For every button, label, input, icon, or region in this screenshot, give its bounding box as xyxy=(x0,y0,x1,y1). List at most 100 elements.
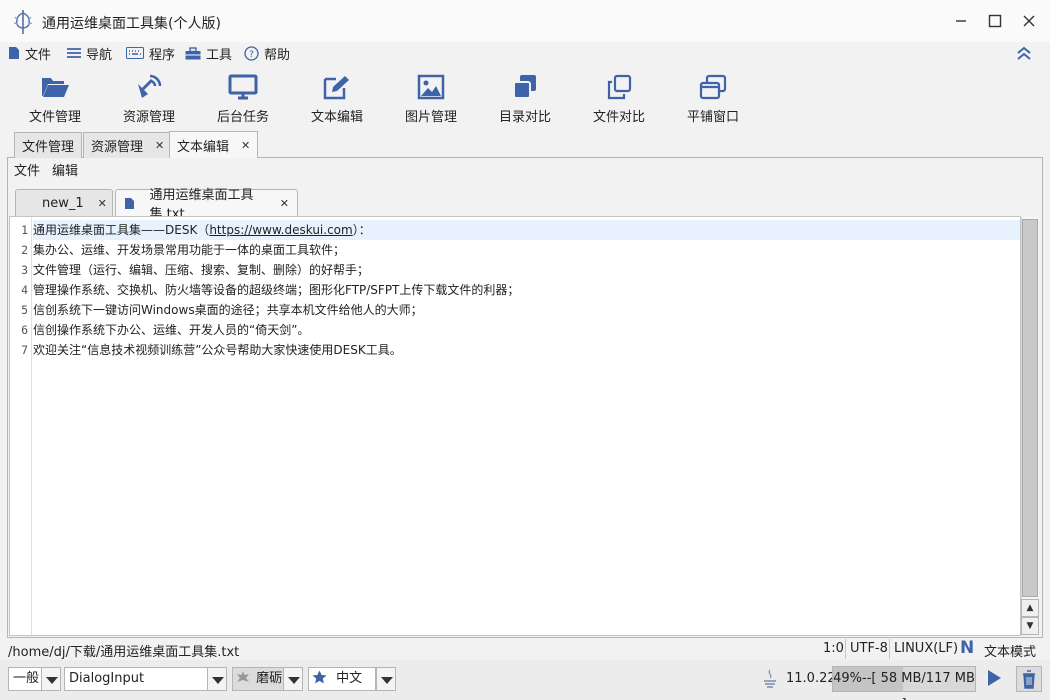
toolbar-dir-compare-label: 目录对比 xyxy=(498,110,551,125)
scrollbar-thumb[interactable] xyxy=(1022,219,1038,597)
play-icon xyxy=(988,670,1001,686)
chevron-down-icon[interactable] xyxy=(207,667,227,691)
tab-file-manager[interactable]: 文件管理 xyxy=(14,132,83,158)
font-select-value: DialogInput xyxy=(69,671,145,686)
file-tab-desk-txt[interactable]: 通用运维桌面工具集.txt ✕ xyxy=(115,188,298,222)
close-icon xyxy=(1023,15,1035,27)
double-chevron-up-icon xyxy=(1017,46,1031,60)
menu-navigate[interactable]: 导航 xyxy=(67,42,112,64)
text-mode-indicator[interactable]: 文本模式 xyxy=(984,641,1036,660)
url-link[interactable]: https://www.deskui.com xyxy=(209,223,352,237)
editor-menu-edit[interactable]: 编辑 xyxy=(46,161,84,183)
toolbar-tile-windows-label: 平铺窗口 xyxy=(686,110,739,125)
chevron-down-icon[interactable] xyxy=(376,667,396,691)
line-ending-indicator[interactable]: LINUX(LF) xyxy=(894,641,958,656)
toolbar-file-manager[interactable]: 文件管理 xyxy=(8,74,102,130)
toolbar-file-manager-label: 文件管理 xyxy=(28,110,81,125)
code-text: 管理操作系统、交换机、防火墙等设备的超级终端；图形化FTP/SFPT上传下载文件… xyxy=(33,283,520,297)
toolbar-file-compare[interactable]: 文件对比 xyxy=(572,74,666,130)
category-select[interactable]: 一般 xyxy=(8,667,42,691)
tab-close-icon[interactable]: ✕ xyxy=(155,139,164,152)
satellite-icon xyxy=(138,74,162,98)
minimize-icon xyxy=(956,20,966,22)
menu-program[interactable]: 程序 xyxy=(126,42,175,64)
code-text: 文件管理（运行、编辑、压缩、搜索、复制、删除）的好帮手； xyxy=(33,263,370,277)
image-icon xyxy=(417,74,445,100)
file-tab-new-1[interactable]: new_1 ✕ xyxy=(15,189,113,216)
tab-close-icon[interactable]: ✕ xyxy=(241,139,250,152)
code-text: ）： xyxy=(352,223,371,237)
line-number: 1 xyxy=(21,223,28,237)
code-line: 通用运维桌面工具集——DESK（https://www.deskui.com）： xyxy=(33,220,371,240)
chevron-down-icon[interactable] xyxy=(41,667,61,691)
file-tab-label: new_1 xyxy=(42,195,84,211)
code-text: 通用运维桌面工具集——DESK（ xyxy=(33,223,210,237)
scroll-up-button[interactable]: ▲ xyxy=(1021,599,1039,617)
toolbar-resource-manager[interactable]: 资源管理 xyxy=(102,74,196,130)
file-path: /home/dj/下载/通用运维桌面工具集.txt xyxy=(8,645,240,660)
folder-open-icon xyxy=(42,78,69,97)
code-line: 文件管理（运行、编辑、压缩、搜索、复制、删除）的好帮手； xyxy=(33,260,369,280)
language-select-value: 中文 xyxy=(336,671,363,686)
file-icon xyxy=(9,47,19,59)
menu-file[interactable]: 文件 xyxy=(8,42,51,64)
theme-select-value: 磨砺 xyxy=(256,671,283,686)
toolbar-background-tasks-label: 后台任务 xyxy=(216,110,269,125)
chevron-down-icon[interactable] xyxy=(283,667,303,691)
tab-file-manager-label: 文件管理 xyxy=(22,140,75,155)
toolbar-file-compare-label: 文件对比 xyxy=(592,110,645,125)
menu-program-label: 程序 xyxy=(149,47,176,63)
keyboard-icon xyxy=(126,47,144,59)
clear-memory-button[interactable] xyxy=(1016,666,1042,692)
edit-icon xyxy=(323,76,349,100)
language-select[interactable]: 中文 xyxy=(308,667,376,691)
toolbar-text-editor-label: 文本编辑 xyxy=(310,110,363,125)
toolbar-resource-manager-label: 资源管理 xyxy=(122,110,175,125)
toolbox-icon xyxy=(185,46,201,59)
theme-select[interactable]: 磨砺 xyxy=(232,667,284,691)
line-number: 4 xyxy=(21,283,28,297)
menu-help[interactable]: ? 帮助 xyxy=(244,42,290,64)
code-text: 集办公、运维、开发场景常用功能于一体的桌面工具软件； xyxy=(33,243,346,257)
menu-tools[interactable]: 工具 xyxy=(185,42,232,64)
scroll-down-button[interactable]: ▼ xyxy=(1021,617,1039,635)
code-text: 信创操作系统下办公、运维、开发人员的“倚天剑”。 xyxy=(33,323,310,337)
toolbar-background-tasks[interactable]: 后台任务 xyxy=(196,74,290,130)
star-icon xyxy=(312,670,327,684)
minimize-button[interactable] xyxy=(950,10,972,32)
line-number: 2 xyxy=(21,243,28,257)
code-text: 欢迎关注“信息技术视频训练营”公众号帮助大家快速使用DESK工具。 xyxy=(33,343,402,357)
cursor-position: 1:0 xyxy=(823,641,844,656)
line-number: 5 xyxy=(21,303,28,317)
editor-menu-file[interactable]: 文件 xyxy=(8,161,46,183)
line-number: 6 xyxy=(21,323,28,337)
toolbar-image-manager[interactable]: 图片管理 xyxy=(384,74,478,130)
line-number: 3 xyxy=(21,263,28,277)
code-line: 管理操作系统、交换机、防火墙等设备的超级终端；图形化FTP/SFPT上传下载文件… xyxy=(33,280,519,300)
tab-close-icon[interactable]: ✕ xyxy=(98,197,107,210)
tab-resource-manager-label: 资源管理 xyxy=(91,140,144,155)
leaf-icon xyxy=(237,671,249,682)
trash-icon xyxy=(1023,670,1035,689)
run-gc-button[interactable] xyxy=(985,668,1003,692)
code-line: 信创操作系统下办公、运维、开发人员的“倚天剑”。 xyxy=(33,320,309,340)
code-text: 信创系统下一键访问Windows桌面的途径；共享本机文件给他人的大师； xyxy=(33,303,423,317)
close-button[interactable] xyxy=(1018,10,1040,32)
code-line: 欢迎关注“信息技术视频训练营”公众号帮助大家快速使用DESK工具。 xyxy=(33,340,402,360)
code-line: 集办公、运维、开发场景常用功能于一体的桌面工具软件； xyxy=(33,240,345,260)
toolbar-tile-windows[interactable]: 平铺窗口 xyxy=(666,74,760,130)
collapse-toolbar-button[interactable] xyxy=(1016,45,1032,65)
tab-close-icon[interactable]: ✕ xyxy=(280,197,289,210)
toolbar-text-editor[interactable]: 文本编辑 xyxy=(290,74,384,130)
monitor-icon xyxy=(228,74,258,100)
tab-text-editor[interactable]: 文本编辑 ✕ xyxy=(169,131,259,158)
font-select[interactable]: DialogInput xyxy=(64,667,208,691)
maximize-button[interactable] xyxy=(984,10,1006,32)
menu-tools-label: 工具 xyxy=(206,47,233,63)
line-number: 7 xyxy=(21,343,28,357)
encoding-indicator[interactable]: UTF-8 xyxy=(850,641,888,656)
windows-icon xyxy=(699,74,727,100)
memory-text: 49%--[ 58 MB/117 MB ] xyxy=(833,671,975,700)
toolbar-dir-compare[interactable]: 目录对比 xyxy=(478,74,572,130)
tab-resource-manager[interactable]: 资源管理 ✕ xyxy=(83,132,173,158)
